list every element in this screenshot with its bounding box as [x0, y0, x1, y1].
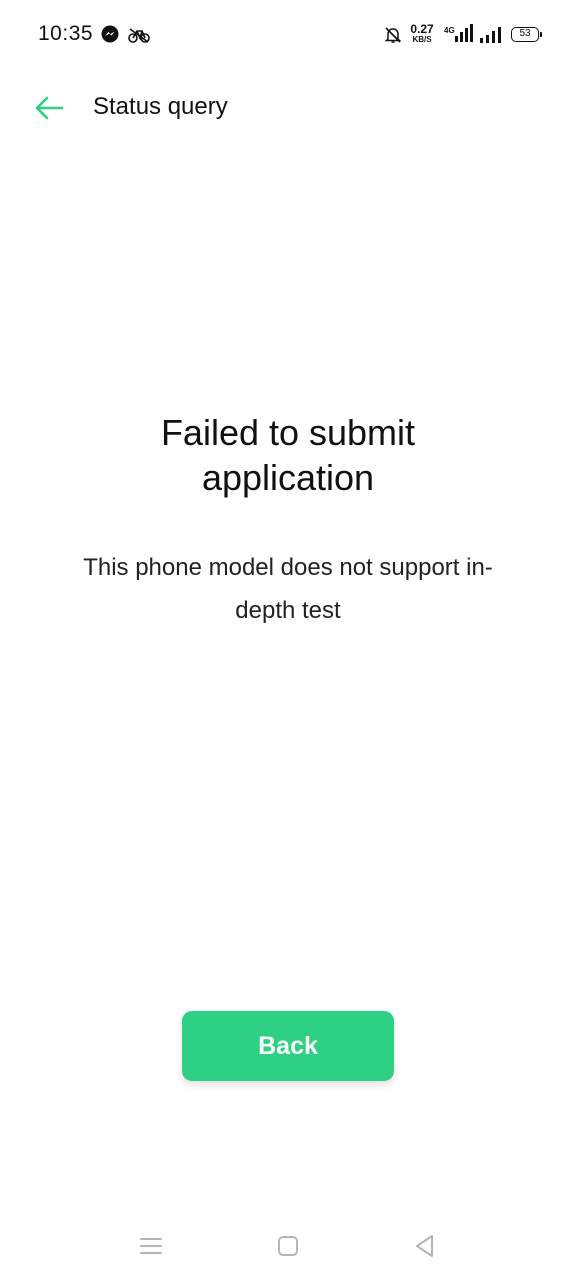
- signal-bars-icon: [480, 27, 501, 43]
- messenger-icon: [101, 25, 119, 43]
- battery-icon: 53: [511, 27, 542, 42]
- status-time: 10:35: [38, 22, 94, 45]
- bike-icon: [128, 28, 150, 43]
- home-icon[interactable]: [273, 1231, 303, 1261]
- error-heading: Failed to submit application: [160, 412, 416, 498]
- back-button[interactable]: Back: [182, 1011, 394, 1081]
- back-triangle-icon[interactable]: [410, 1231, 440, 1261]
- system-nav-bar: [0, 1215, 576, 1275]
- status-bar: 10:35 0.27 KB/S 4G 53: [0, 0, 576, 70]
- page-title: Status query: [93, 93, 228, 120]
- net-speed-value: 0.27: [410, 22, 434, 36]
- signal-4g-icon: 4G: [442, 24, 474, 44]
- battery-level: 53: [519, 28, 531, 39]
- error-message: This phone model does not support in-dep…: [83, 554, 493, 624]
- mute-bell-icon: [384, 27, 402, 43]
- app-bar: Status query: [0, 76, 576, 140]
- menu-icon[interactable]: [136, 1231, 166, 1261]
- network-type-label: 4G: [444, 26, 455, 35]
- net-speed-indicator: 0.27 KB/S: [408, 23, 436, 44]
- status-query-screen: 10:35 0.27 KB/S 4G 53 Status query Faile…: [0, 0, 576, 1280]
- arrow-left-icon[interactable]: [30, 92, 68, 124]
- net-speed-unit: KB/S: [412, 35, 432, 44]
